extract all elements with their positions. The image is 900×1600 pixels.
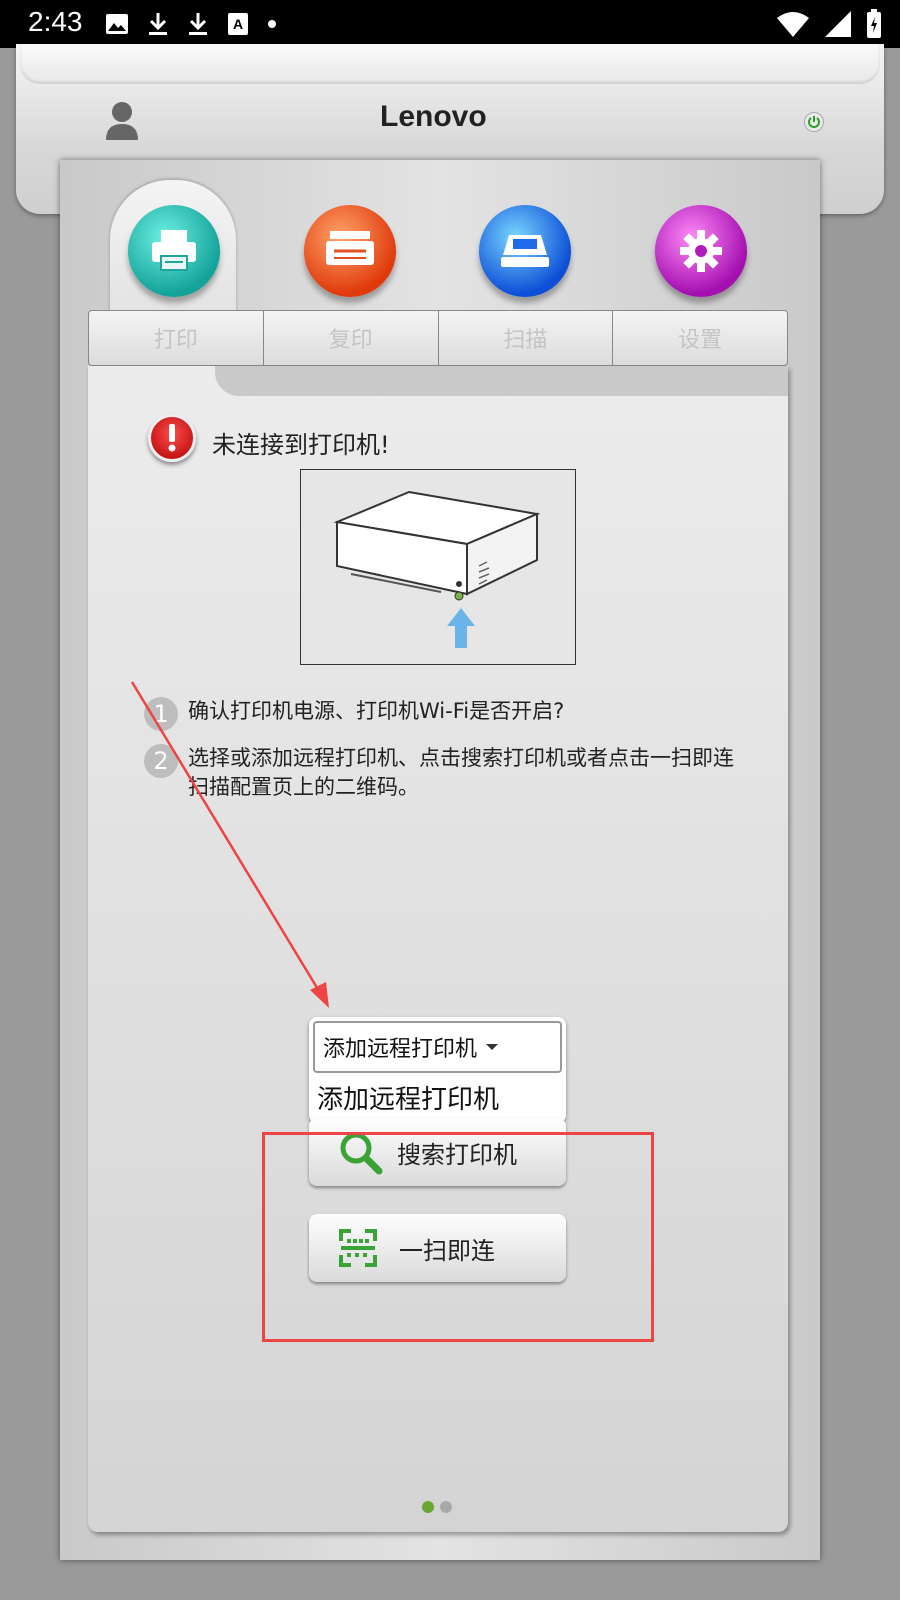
page-dot-active[interactable] bbox=[422, 1501, 434, 1513]
annotation-arrow bbox=[130, 681, 329, 1008]
page-dot[interactable] bbox=[440, 1501, 452, 1513]
page-indicator bbox=[422, 1501, 452, 1513]
